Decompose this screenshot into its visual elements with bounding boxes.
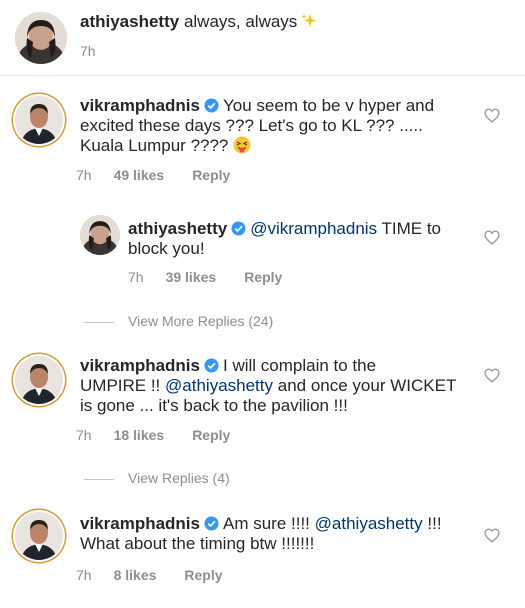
timestamp: 7h xyxy=(76,567,92,583)
reply-1-text: athiyashetty @vikramphadnis TIME to block… xyxy=(128,219,468,259)
timestamp: 7h xyxy=(80,43,96,59)
comment-3-meta: 7h 18 likes Reply xyxy=(76,426,230,444)
mention-link[interactable]: @athiyashetty xyxy=(315,514,423,533)
view-replies-button[interactable]: View Replies (4) xyxy=(84,469,230,487)
username[interactable]: vikramphadnis xyxy=(80,514,200,533)
comment-body: always, always xyxy=(183,12,298,31)
comment-4-meta: 7h 8 likes Reply xyxy=(76,566,223,584)
mention-link[interactable]: @athiyashetty xyxy=(165,376,273,395)
comment-line-2: UMPIRE !! xyxy=(80,376,161,395)
like-heart-icon[interactable] xyxy=(484,368,500,383)
comment-line-4: is gone ... it's back to the pavilion !!… xyxy=(80,396,348,415)
username[interactable]: vikramphadnis xyxy=(80,356,200,375)
comment-line-1: TIME to xyxy=(381,219,442,238)
username[interactable]: athiyashetty xyxy=(80,12,179,31)
like-heart-icon[interactable] xyxy=(484,108,500,123)
likes-count[interactable]: 49 likes xyxy=(114,166,165,184)
comment-line-2: block you! xyxy=(128,239,205,258)
timestamp: 7h xyxy=(76,167,92,183)
reply-button[interactable]: Reply xyxy=(192,166,230,184)
comment-2-text: vikramphadnis You seem to be v hyper and … xyxy=(80,96,460,156)
comment-1-meta: 7h xyxy=(80,42,96,60)
likes-count[interactable]: 8 likes xyxy=(114,566,157,584)
comment-1-text: athiyashetty always, always xyxy=(80,12,317,32)
view-more-label: View More Replies (24) xyxy=(128,313,274,329)
reply-1-meta: 7h 39 likes Reply xyxy=(128,268,282,286)
mention-link[interactable]: @vikramphadnis xyxy=(250,219,377,238)
avatar-athiyashetty[interactable] xyxy=(80,215,120,255)
comment-line-2: What about the timing btw !!!!!!! xyxy=(80,534,315,553)
verified-badge-icon xyxy=(231,221,246,236)
reply-button[interactable]: Reply xyxy=(192,426,230,444)
reply-button[interactable]: Reply xyxy=(244,268,282,286)
username[interactable]: vikramphadnis xyxy=(80,96,200,115)
avatar-vikramphadnis[interactable] xyxy=(15,356,63,404)
comment-line-3: and once your WICKET xyxy=(277,376,457,395)
sparkles-emoji-icon xyxy=(301,13,317,29)
verified-badge-icon xyxy=(204,516,219,531)
divider xyxy=(0,75,525,76)
verified-badge-icon xyxy=(204,358,219,373)
verified-badge-icon xyxy=(204,98,219,113)
avatar-athiyashetty[interactable] xyxy=(15,12,67,64)
comment-4-text: vikramphadnis Am sure !!!! @athiyashetty … xyxy=(80,514,470,554)
comment-line-1: I will complain to the xyxy=(223,356,377,375)
view-replies-label: View Replies (4) xyxy=(128,470,230,486)
tongue-out-emoji-icon xyxy=(233,136,251,154)
comment-line-3: Kuala Lumpur ???? xyxy=(80,136,229,155)
comment-line-1: You seem to be v hyper and xyxy=(223,96,435,115)
view-more-replies-button[interactable]: View More Replies (24) xyxy=(84,312,273,330)
comment-line-1: Am sure !!!! xyxy=(223,514,310,533)
likes-count[interactable]: 18 likes xyxy=(114,426,165,444)
avatar-vikramphadnis[interactable] xyxy=(15,512,63,560)
thread-line xyxy=(84,321,114,323)
username[interactable]: athiyashetty xyxy=(128,219,227,238)
thread-line xyxy=(84,478,114,480)
comment-line-1b: !!! xyxy=(427,514,442,533)
like-heart-icon[interactable] xyxy=(484,528,500,543)
comment-line-2: excited these days ??? Let's go to KL ??… xyxy=(80,116,423,135)
likes-count[interactable]: 39 likes xyxy=(166,268,217,286)
timestamp: 7h xyxy=(76,427,92,443)
reply-button[interactable]: Reply xyxy=(184,566,222,584)
timestamp: 7h xyxy=(128,269,144,285)
avatar-vikramphadnis[interactable] xyxy=(15,96,63,144)
like-heart-icon[interactable] xyxy=(484,230,500,245)
comment-3-text: vikramphadnis I will complain to the UMPI… xyxy=(80,356,470,416)
comment-2-meta: 7h 49 likes Reply xyxy=(76,166,230,184)
